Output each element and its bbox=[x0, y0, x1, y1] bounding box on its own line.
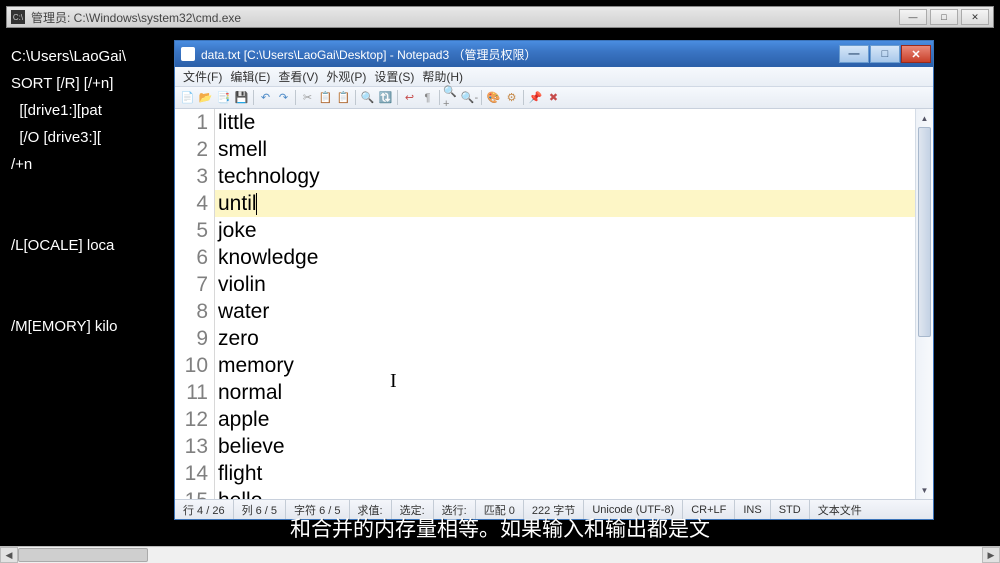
toolbar: 📄 📂 📑 💾 ↶ ↷ ✂ 📋 📋 🔍 🔃 ↩ ¶ 🔍+ 🔍- 🎨 ⚙ 📌 ✖ bbox=[175, 87, 933, 109]
line-number: 12 bbox=[175, 406, 208, 433]
scroll-up-button[interactable]: ▲ bbox=[916, 109, 933, 127]
replace-icon[interactable]: 🔃 bbox=[377, 89, 394, 106]
menu-appearance[interactable]: 外观(P) bbox=[324, 67, 368, 86]
zoom-out-icon[interactable]: 🔍- bbox=[461, 89, 478, 106]
scrollbar-thumb[interactable] bbox=[918, 127, 931, 337]
line-number: 3 bbox=[175, 163, 208, 190]
copy-icon[interactable]: 📋 bbox=[317, 89, 334, 106]
zoom-in-icon[interactable]: 🔍+ bbox=[443, 89, 460, 106]
cmd-title: 管理员: C:\Windows\system32\cmd.exe bbox=[31, 9, 899, 26]
text-cursor-ibeam: I bbox=[390, 370, 397, 393]
new-icon[interactable]: 📄 bbox=[179, 89, 196, 106]
hscroll-thumb[interactable] bbox=[18, 548, 148, 562]
wordwrap-icon[interactable]: ↩ bbox=[401, 89, 418, 106]
editor-line[interactable]: technology bbox=[215, 163, 915, 190]
editor-line[interactable]: until bbox=[215, 190, 915, 217]
notepad-titlebar[interactable]: data.txt [C:\Users\LaoGai\Desktop] - Not… bbox=[175, 41, 933, 67]
maximize-button[interactable]: □ bbox=[930, 9, 958, 25]
editor-line[interactable]: believe bbox=[215, 433, 915, 460]
hscroll-track[interactable] bbox=[18, 547, 982, 563]
line-number: 8 bbox=[175, 298, 208, 325]
minimize-button[interactable]: — bbox=[899, 9, 927, 25]
line-number: 2 bbox=[175, 136, 208, 163]
menu-file[interactable]: 文件(F) bbox=[181, 67, 224, 86]
editor-area[interactable]: 123456789101112131415 littlesmelltechnol… bbox=[175, 109, 933, 499]
editor-line[interactable]: knowledge bbox=[215, 244, 915, 271]
notepad-title: data.txt [C:\Users\LaoGai\Desktop] - Not… bbox=[201, 46, 839, 63]
cmd-titlebar[interactable]: C:\ 管理员: C:\Windows\system32\cmd.exe — □… bbox=[6, 6, 994, 28]
maximize-button[interactable]: □ bbox=[870, 45, 900, 63]
scroll-left-button[interactable]: ◀ bbox=[0, 547, 18, 563]
customize-icon[interactable]: ⚙ bbox=[503, 89, 520, 106]
cmd-icon: C:\ bbox=[11, 10, 25, 24]
menu-help[interactable]: 帮助(H) bbox=[420, 67, 465, 86]
editor-line[interactable]: apple bbox=[215, 406, 915, 433]
line-number: 9 bbox=[175, 325, 208, 352]
pin-icon[interactable]: 📌 bbox=[527, 89, 544, 106]
open-icon[interactable]: 📂 bbox=[197, 89, 214, 106]
editor-line[interactable]: joke bbox=[215, 217, 915, 244]
scrollbar-track[interactable] bbox=[916, 127, 933, 481]
horizontal-scrollbar[interactable]: ◀ ▶ bbox=[0, 546, 1000, 563]
line-number: 4 bbox=[175, 190, 208, 217]
editor-line[interactable]: normal bbox=[215, 379, 915, 406]
find-icon[interactable]: 🔍 bbox=[359, 89, 376, 106]
line-number: 5 bbox=[175, 217, 208, 244]
editor-line[interactable]: smell bbox=[215, 136, 915, 163]
line-number: 13 bbox=[175, 433, 208, 460]
scroll-down-button[interactable]: ▼ bbox=[916, 481, 933, 499]
redo-icon[interactable]: ↷ bbox=[275, 89, 292, 106]
editor-line[interactable]: memory bbox=[215, 352, 915, 379]
editor-line[interactable]: zero bbox=[215, 325, 915, 352]
scheme-icon[interactable]: 🎨 bbox=[485, 89, 502, 106]
vertical-scrollbar[interactable]: ▲ ▼ bbox=[915, 109, 933, 499]
editor-line[interactable]: violin bbox=[215, 271, 915, 298]
editor-content[interactable]: littlesmelltechnologyuntiljokeknowledgev… bbox=[215, 109, 915, 499]
notepad-window: data.txt [C:\Users\LaoGai\Desktop] - Not… bbox=[174, 40, 934, 520]
video-caption: 和合并的内存量相等。如果输入和输出都是文 bbox=[0, 514, 1000, 542]
paste-icon[interactable]: 📋 bbox=[335, 89, 352, 106]
menu-settings[interactable]: 设置(S) bbox=[372, 67, 416, 86]
editor-line[interactable]: flight bbox=[215, 460, 915, 487]
line-number: 7 bbox=[175, 271, 208, 298]
close-button[interactable]: ✕ bbox=[961, 9, 989, 25]
notepad-icon bbox=[181, 47, 195, 61]
scroll-right-button[interactable]: ▶ bbox=[982, 547, 1000, 563]
line-number: 15 bbox=[175, 487, 208, 499]
cut-icon[interactable]: ✂ bbox=[299, 89, 316, 106]
line-number: 14 bbox=[175, 460, 208, 487]
minimize-button[interactable]: — bbox=[839, 45, 869, 63]
exit-icon[interactable]: ✖ bbox=[545, 89, 562, 106]
line-number: 1 bbox=[175, 109, 208, 136]
browse-icon[interactable]: 📑 bbox=[215, 89, 232, 106]
line-number: 6 bbox=[175, 244, 208, 271]
menu-edit[interactable]: 编辑(E) bbox=[228, 67, 272, 86]
text-cursor bbox=[256, 193, 257, 215]
line-number-gutter: 123456789101112131415 bbox=[175, 109, 215, 499]
line-number: 10 bbox=[175, 352, 208, 379]
menu-view[interactable]: 查看(V) bbox=[276, 67, 320, 86]
save-icon[interactable]: 💾 bbox=[233, 89, 250, 106]
close-button[interactable]: ✕ bbox=[901, 45, 931, 63]
editor-line[interactable]: little bbox=[215, 109, 915, 136]
whitespace-icon[interactable]: ¶ bbox=[419, 89, 436, 106]
undo-icon[interactable]: ↶ bbox=[257, 89, 274, 106]
line-number: 11 bbox=[175, 379, 208, 406]
editor-line[interactable]: hello bbox=[215, 487, 915, 499]
editor-line[interactable]: water bbox=[215, 298, 915, 325]
menu-bar: 文件(F) 编辑(E) 查看(V) 外观(P) 设置(S) 帮助(H) bbox=[175, 67, 933, 87]
